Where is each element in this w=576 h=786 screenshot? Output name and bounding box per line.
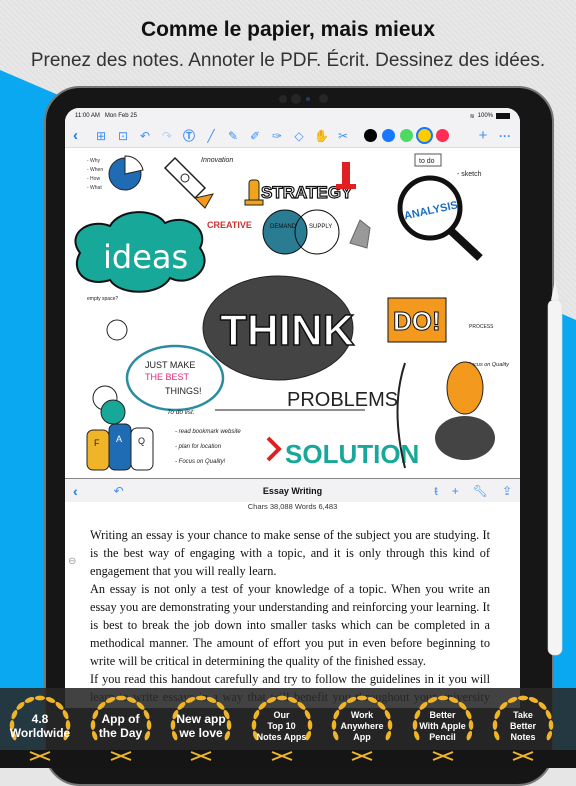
awards-banner: 4.8 Worldwide App of the Day New app we lo… — [0, 688, 576, 768]
status-time: 11:00 AM — [75, 113, 100, 119]
svg-text:F: F — [94, 438, 100, 448]
color-swatch[interactable] — [400, 129, 413, 142]
the-best-label: THE BEST — [145, 372, 190, 382]
knight-chess-piece — [349, 219, 371, 249]
svg-text:- Why: - Why — [87, 158, 101, 164]
add-icon[interactable]: + — [476, 127, 490, 144]
innovation-label: Innovation — [201, 157, 233, 164]
award-badge: Our Top 10 Notes Apps — [246, 688, 318, 768]
venn-b — [100, 399, 126, 425]
award-badge: 4.8 Worldwide — [4, 688, 76, 768]
todo-list-title: To do list: — [167, 409, 195, 416]
award-badge: Take Better Notes — [487, 688, 559, 768]
do-label: DO! — [393, 306, 441, 336]
editor-undo-icon[interactable]: ↶ — [114, 484, 124, 498]
lightbulb-icon — [106, 319, 128, 341]
back-icon[interactable]: ‹ — [73, 127, 78, 144]
word-count: Chars 38,088 Words 6,483 — [247, 502, 338, 511]
headline: Comme le papier, mais mieux — [140, 18, 436, 41]
battery-percent: 100% — [477, 113, 493, 119]
battery-icon — [496, 113, 510, 119]
ipad-screen: 11:00 AM Mon Feb 25 ≋ 100% ‹ ⊞ ⊡ ↶ ↷ Ⓣ ╱… — [65, 108, 520, 708]
award-badge: New app we love — [165, 688, 237, 768]
drawing-toolbar: ‹ ⊞ ⊡ ↶ ↷ Ⓣ ╱ ✎ ✐ ✑ ◇ ✋ ✂ + ··· — [65, 124, 520, 148]
award-text: Our Top 10 Notes Apps — [256, 709, 307, 742]
todo-list-item: - plan for location — [175, 444, 222, 450]
hand-icon[interactable]: ✋ — [314, 129, 329, 143]
essay-text[interactable]: Writing an essay is your chance to make … — [90, 526, 490, 708]
add-page-icon[interactable]: ⊡ — [116, 129, 130, 143]
rocket-sketch — [163, 156, 214, 209]
color-swatch[interactable] — [382, 129, 395, 142]
editor-bar: ‹ ↶ Essay Writing ŧ + 🔧︎ ⇪ — [65, 478, 520, 502]
demand-circle — [262, 209, 308, 255]
award-badge: Work Anywhere App — [326, 688, 398, 768]
creative-label: CREATIVE — [207, 220, 252, 230]
red-chevron — [266, 436, 282, 462]
redo-icon[interactable]: ↷ — [160, 129, 174, 143]
color-palette — [364, 129, 449, 142]
color-swatch[interactable] — [436, 129, 449, 142]
scissors-icon[interactable]: ✂ — [336, 129, 350, 143]
things-label: THINGS! — [165, 386, 202, 396]
more-icon[interactable]: ··· — [498, 129, 512, 143]
paragraph: An essay is not only a test of your know… — [90, 582, 490, 668]
text-style-icon[interactable]: ŧ — [434, 484, 437, 498]
line-icon[interactable]: ╱ — [204, 129, 218, 143]
process-label: PROCESS — [469, 324, 494, 330]
award-text: Better With Apple Pencil — [419, 709, 466, 742]
award-text: 4.8 Worldwide — [9, 712, 71, 740]
demand-label: DEMAND — [270, 224, 297, 230]
think-label: THINK — [220, 306, 355, 355]
todo-label: to do — [419, 158, 435, 165]
editor-back-icon[interactable]: ‹ — [73, 483, 78, 499]
pencil-icon[interactable]: ✎ — [226, 129, 240, 143]
pie-chart-sketch — [108, 155, 144, 191]
color-swatch[interactable] — [364, 129, 377, 142]
apple-pencil — [547, 280, 563, 656]
grid-add-icon[interactable]: ⊞ — [94, 129, 108, 143]
wifi-icon: ≋ — [469, 113, 475, 120]
highlighter-icon[interactable]: ✑ — [270, 129, 284, 143]
svg-text:- What: - What — [87, 185, 102, 191]
svg-text:A: A — [116, 434, 122, 444]
award-text: Work Anywhere App — [340, 709, 384, 742]
sketch-drawing: - Why - When - How - What Innovation STR… — [74, 153, 510, 471]
zoom-out-icon[interactable]: ⊖ — [68, 556, 76, 567]
faq-hands: F A Q — [86, 423, 154, 471]
award-text: App of the Day — [98, 712, 143, 740]
undo-icon[interactable]: ↶ — [138, 129, 152, 143]
subheadline: Prenez des notes. Annoter le PDF. Écrit.… — [30, 50, 546, 71]
svg-text:- How: - How — [87, 176, 100, 182]
just-make-label: JUST MAKE — [145, 360, 195, 370]
todo-list-item: - Focus on Quality! — [175, 459, 226, 465]
pen-icon[interactable]: ✐ — [248, 129, 262, 143]
red-chess-piece — [336, 162, 356, 189]
camera-array — [279, 93, 329, 104]
supply-label: SUPPLY — [309, 224, 332, 230]
award-text: New app we love — [176, 712, 226, 740]
svg-text:- When: - When — [87, 167, 103, 173]
svg-text:Q: Q — [138, 436, 145, 446]
award-badge: App of the Day — [85, 688, 157, 768]
drawing-canvas[interactable]: - Why - When - How - What Innovation STR… — [65, 148, 520, 478]
editor-add-icon[interactable]: + — [452, 484, 459, 498]
eraser-icon[interactable]: ◇ — [292, 129, 306, 143]
ideas-label: ideas — [103, 238, 188, 276]
status-date: Mon Feb 25 — [104, 113, 137, 119]
paragraph: Writing an essay is your chance to make … — [90, 528, 490, 578]
wrench-icon[interactable]: 🔧︎ — [473, 484, 488, 498]
award-badge: Better With Apple Pencil — [407, 688, 479, 768]
todo-list-item: - read bookmark website — [175, 429, 241, 435]
problems-label: PROBLEMS — [287, 389, 398, 411]
empty-space-label: empty space? — [87, 296, 118, 302]
color-swatch[interactable] — [418, 129, 431, 142]
status-bar: 11:00 AM Mon Feb 25 ≋ 100% — [65, 108, 520, 124]
share-icon[interactable]: ⇪ — [502, 484, 512, 498]
award-text: Take Better Notes — [509, 709, 536, 742]
text-box-icon[interactable]: Ⓣ — [182, 127, 196, 144]
questions-list: - Why - When - How - What — [87, 158, 103, 191]
sketch-label: - sketch — [457, 171, 482, 178]
